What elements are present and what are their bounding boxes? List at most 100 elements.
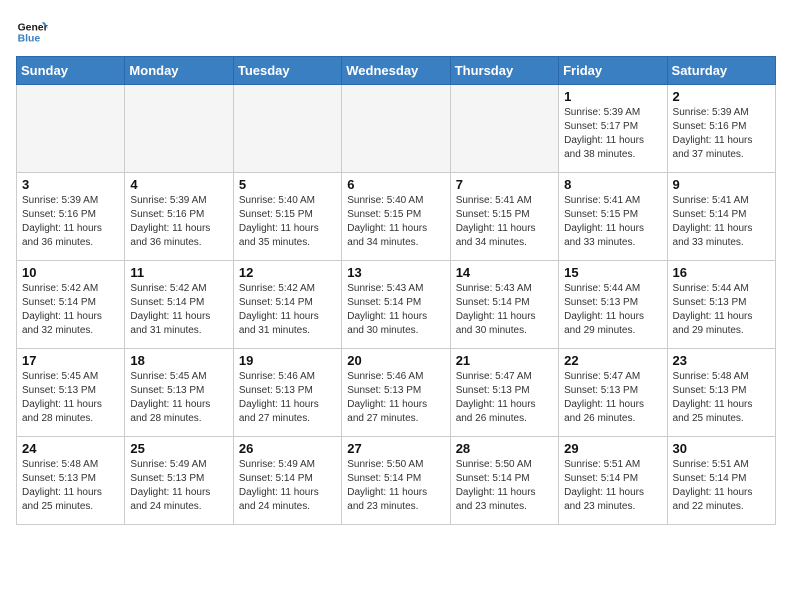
day-info: Sunrise: 5:39 AM Sunset: 5:16 PM Dayligh… [130,194,227,250]
calendar-cell: 14 Sunrise: 5:43 AM Sunset: 5:14 PM Dayli… [450,261,558,349]
day-info: Sunrise: 5:41 AM Sunset: 5:15 PM Dayligh… [456,194,553,250]
calendar-week-3: 10 Sunrise: 5:42 AM Sunset: 5:14 PM Dayli… [17,261,776,349]
day-info: Sunrise: 5:51 AM Sunset: 5:14 PM Dayligh… [564,458,661,514]
calendar-cell: 15 Sunrise: 5:44 AM Sunset: 5:13 PM Dayli… [559,261,667,349]
calendar-cell: 10 Sunrise: 5:42 AM Sunset: 5:14 PM Dayli… [17,261,125,349]
day-info: Sunrise: 5:45 AM Sunset: 5:13 PM Dayligh… [22,370,119,426]
day-number: 5 [239,177,336,192]
day-info: Sunrise: 5:48 AM Sunset: 5:13 PM Dayligh… [22,458,119,514]
day-info: Sunrise: 5:41 AM Sunset: 5:15 PM Dayligh… [564,194,661,250]
calendar-week-4: 17 Sunrise: 5:45 AM Sunset: 5:13 PM Dayli… [17,349,776,437]
calendar-cell: 29 Sunrise: 5:51 AM Sunset: 5:14 PM Dayli… [559,437,667,525]
day-number: 23 [673,353,770,368]
calendar-cell: 23 Sunrise: 5:48 AM Sunset: 5:13 PM Dayli… [667,349,775,437]
calendar-cell: 27 Sunrise: 5:50 AM Sunset: 5:14 PM Dayli… [342,437,450,525]
day-number: 24 [22,441,119,456]
day-number: 28 [456,441,553,456]
day-number: 26 [239,441,336,456]
day-info: Sunrise: 5:49 AM Sunset: 5:14 PM Dayligh… [239,458,336,514]
calendar-header-row: SundayMondayTuesdayWednesdayThursdayFrid… [17,57,776,85]
calendar-cell: 4 Sunrise: 5:39 AM Sunset: 5:16 PM Daylig… [125,173,233,261]
weekday-header-saturday: Saturday [667,57,775,85]
calendar-table: SundayMondayTuesdayWednesdayThursdayFrid… [16,56,776,525]
day-info: Sunrise: 5:44 AM Sunset: 5:13 PM Dayligh… [564,282,661,338]
day-info: Sunrise: 5:42 AM Sunset: 5:14 PM Dayligh… [239,282,336,338]
day-info: Sunrise: 5:39 AM Sunset: 5:17 PM Dayligh… [564,106,661,162]
day-number: 27 [347,441,444,456]
day-info: Sunrise: 5:44 AM Sunset: 5:13 PM Dayligh… [673,282,770,338]
calendar-cell: 13 Sunrise: 5:43 AM Sunset: 5:14 PM Dayli… [342,261,450,349]
weekday-header-friday: Friday [559,57,667,85]
day-number: 30 [673,441,770,456]
calendar-cell: 24 Sunrise: 5:48 AM Sunset: 5:13 PM Dayli… [17,437,125,525]
day-number: 15 [564,265,661,280]
calendar-cell: 16 Sunrise: 5:44 AM Sunset: 5:13 PM Dayli… [667,261,775,349]
calendar-cell: 26 Sunrise: 5:49 AM Sunset: 5:14 PM Dayli… [233,437,341,525]
day-info: Sunrise: 5:47 AM Sunset: 5:13 PM Dayligh… [564,370,661,426]
logo: General Blue [16,16,48,48]
day-number: 13 [347,265,444,280]
weekday-header-thursday: Thursday [450,57,558,85]
day-info: Sunrise: 5:49 AM Sunset: 5:13 PM Dayligh… [130,458,227,514]
day-number: 7 [456,177,553,192]
day-number: 3 [22,177,119,192]
day-number: 19 [239,353,336,368]
calendar-cell: 21Sunrise: 5:47 AM Sunset: 5:13 PM Dayli… [450,349,558,437]
calendar-cell: 1Sunrise: 5:39 AM Sunset: 5:17 PM Daylig… [559,85,667,173]
calendar-cell: 17 Sunrise: 5:45 AM Sunset: 5:13 PM Dayli… [17,349,125,437]
calendar-cell: 28 Sunrise: 5:50 AM Sunset: 5:14 PM Dayli… [450,437,558,525]
calendar-cell: 30 Sunrise: 5:51 AM Sunset: 5:14 PM Dayli… [667,437,775,525]
day-info: Sunrise: 5:50 AM Sunset: 5:14 PM Dayligh… [347,458,444,514]
calendar-cell: 8 Sunrise: 5:41 AM Sunset: 5:15 PM Daylig… [559,173,667,261]
calendar-cell [450,85,558,173]
weekday-header-wednesday: Wednesday [342,57,450,85]
day-info: Sunrise: 5:45 AM Sunset: 5:13 PM Dayligh… [130,370,227,426]
day-info: Sunrise: 5:48 AM Sunset: 5:13 PM Dayligh… [673,370,770,426]
day-number: 20 [347,353,444,368]
day-number: 22 [564,353,661,368]
day-info: Sunrise: 5:50 AM Sunset: 5:14 PM Dayligh… [456,458,553,514]
day-info: Sunrise: 5:42 AM Sunset: 5:14 PM Dayligh… [130,282,227,338]
calendar-cell [342,85,450,173]
day-number: 18 [130,353,227,368]
page-header: General Blue [16,16,776,48]
day-number: 16 [673,265,770,280]
calendar-week-2: 3 Sunrise: 5:39 AM Sunset: 5:16 PM Daylig… [17,173,776,261]
calendar-cell [125,85,233,173]
day-info: Sunrise: 5:40 AM Sunset: 5:15 PM Dayligh… [239,194,336,250]
calendar-cell: 6 Sunrise: 5:40 AM Sunset: 5:15 PM Daylig… [342,173,450,261]
calendar-cell: 7 Sunrise: 5:41 AM Sunset: 5:15 PM Daylig… [450,173,558,261]
calendar-body: 1Sunrise: 5:39 AM Sunset: 5:17 PM Daylig… [17,85,776,525]
calendar-cell: 12 Sunrise: 5:42 AM Sunset: 5:14 PM Dayli… [233,261,341,349]
calendar-cell: 3Sunrise: 5:39 AM Sunset: 5:16 PM Daylig… [17,173,125,261]
calendar-cell: 11Sunrise: 5:42 AM Sunset: 5:14 PM Dayli… [125,261,233,349]
day-info: Sunrise: 5:43 AM Sunset: 5:14 PM Dayligh… [347,282,444,338]
day-number: 17 [22,353,119,368]
day-number: 12 [239,265,336,280]
weekday-header-sunday: Sunday [17,57,125,85]
day-number: 21 [456,353,553,368]
calendar-cell: 9Sunrise: 5:41 AM Sunset: 5:14 PM Daylig… [667,173,775,261]
day-number: 14 [456,265,553,280]
day-info: Sunrise: 5:43 AM Sunset: 5:14 PM Dayligh… [456,282,553,338]
calendar-cell: 5 Sunrise: 5:40 AM Sunset: 5:15 PM Daylig… [233,173,341,261]
day-info: Sunrise: 5:40 AM Sunset: 5:15 PM Dayligh… [347,194,444,250]
logo-icon: General Blue [16,16,48,48]
svg-text:Blue: Blue [18,34,41,45]
day-number: 8 [564,177,661,192]
day-info: Sunrise: 5:46 AM Sunset: 5:13 PM Dayligh… [347,370,444,426]
weekday-header-tuesday: Tuesday [233,57,341,85]
calendar-cell: 18 Sunrise: 5:45 AM Sunset: 5:13 PM Dayli… [125,349,233,437]
day-number: 25 [130,441,227,456]
calendar-week-1: 1Sunrise: 5:39 AM Sunset: 5:17 PM Daylig… [17,85,776,173]
calendar-cell: 22 Sunrise: 5:47 AM Sunset: 5:13 PM Dayli… [559,349,667,437]
calendar-cell: 20 Sunrise: 5:46 AM Sunset: 5:13 PM Dayli… [342,349,450,437]
calendar-cell [17,85,125,173]
day-number: 29 [564,441,661,456]
day-info: Sunrise: 5:51 AM Sunset: 5:14 PM Dayligh… [673,458,770,514]
day-number: 6 [347,177,444,192]
day-info: Sunrise: 5:46 AM Sunset: 5:13 PM Dayligh… [239,370,336,426]
day-number: 10 [22,265,119,280]
day-info: Sunrise: 5:42 AM Sunset: 5:14 PM Dayligh… [22,282,119,338]
day-number: 4 [130,177,227,192]
